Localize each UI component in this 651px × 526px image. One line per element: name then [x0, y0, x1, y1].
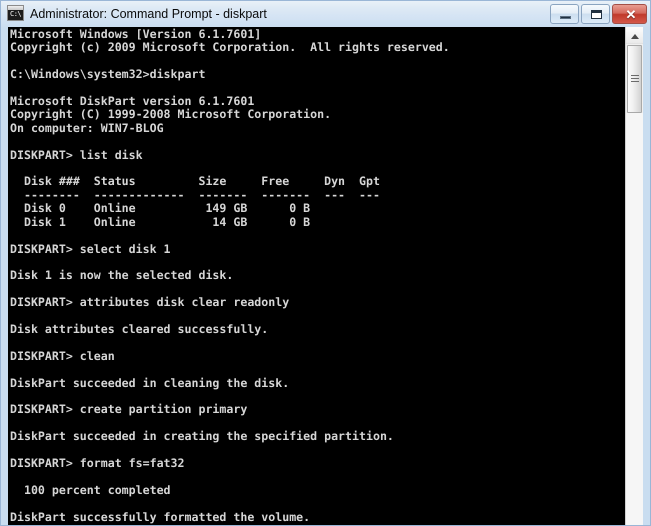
console-output[interactable]: Microsoft Windows [Version 6.1.7601] Copy…: [8, 27, 625, 525]
console-line: Disk 1 Online 14 GB 0 B: [10, 214, 311, 229]
console-line: DiskPart successfully formatted the volu…: [10, 509, 311, 524]
scrollbar-thumb[interactable]: [627, 45, 642, 113]
console-line: DISKPART> select disk 1: [10, 241, 171, 256]
console-line: DISKPART> attributes disk clear readonly: [10, 295, 290, 310]
command-prompt-window: C:\ Administrator: Command Prompt - disk…: [0, 0, 651, 526]
close-icon: ✕: [625, 7, 637, 22]
console-line: Disk 1 is now the selected disk.: [10, 268, 234, 283]
console-line: DISKPART> list disk: [10, 147, 143, 162]
console-line: Microsoft DiskPart version 6.1.7601: [10, 94, 255, 109]
console-line: Microsoft Windows [Version 6.1.7601]: [10, 27, 262, 41]
console-icon: C:\: [7, 5, 24, 21]
console-line: C:\Windows\system32>diskpart: [10, 67, 206, 82]
close-button[interactable]: ✕: [612, 4, 647, 24]
console-line: 100 percent completed: [10, 482, 171, 497]
console-line: DISKPART> clean: [10, 348, 115, 363]
console-line: Disk 0 Online 149 GB 0 B: [10, 201, 311, 216]
console-line: Copyright (C) 1999-2008 Microsoft Corpor…: [10, 107, 332, 122]
console-icon-prompt-glyph: C:\: [10, 10, 22, 18]
console-line: Copyright (c) 2009 Microsoft Corporation…: [10, 40, 450, 55]
console-line: Disk ### Status Size Free Dyn Gpt: [10, 174, 380, 189]
title-bar[interactable]: C:\ Administrator: Command Prompt - disk…: [1, 1, 650, 27]
console-line: DiskPart succeeded in creating the speci…: [10, 429, 394, 444]
console-line: DISKPART> format fs=fat32: [10, 456, 185, 470]
maximize-button[interactable]: [581, 4, 610, 24]
console-line: -------- ------------- ------- ------- -…: [10, 187, 380, 202]
chevron-up-icon: [631, 34, 639, 39]
console-line: DISKPART> create partition primary: [10, 402, 248, 417]
console-line: On computer: WIN7-BLOG: [10, 120, 164, 135]
minimize-icon: [560, 16, 571, 19]
scrollbar-track[interactable]: [626, 113, 643, 525]
console-line: DiskPart succeeded in cleaning the disk.: [10, 375, 290, 390]
maximize-icon: [591, 10, 602, 19]
scroll-up-button[interactable]: [626, 27, 643, 44]
vertical-scrollbar[interactable]: [625, 27, 643, 525]
minimize-button[interactable]: [550, 4, 579, 24]
scrollbar-grip-icon: [631, 75, 639, 84]
console-line: Disk attributes cleared successfully.: [10, 321, 269, 336]
window-client-area: Microsoft Windows [Version 6.1.7601] Copy…: [8, 27, 643, 525]
window-title: Administrator: Command Prompt - diskpart: [30, 7, 267, 21]
